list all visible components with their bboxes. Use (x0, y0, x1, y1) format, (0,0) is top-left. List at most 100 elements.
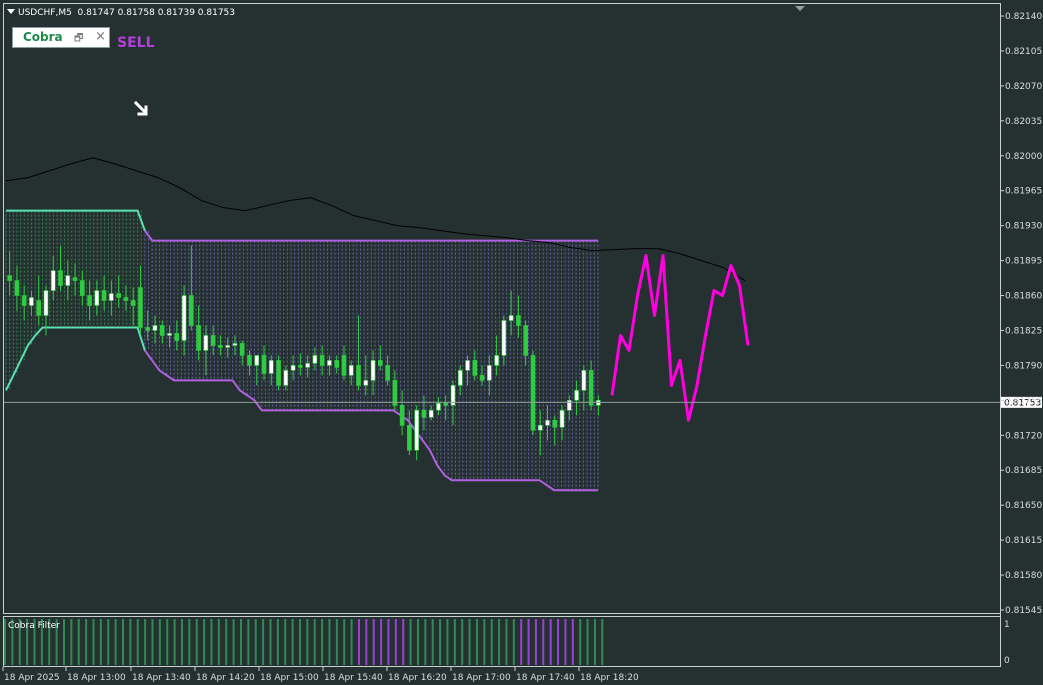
bear-candle (341, 355, 347, 376)
bear-candle (123, 297, 129, 301)
bull-candle (232, 343, 238, 346)
bull-candle (29, 297, 34, 306)
bull-candle (370, 360, 376, 381)
scroll-marker-icon[interactable] (795, 6, 805, 11)
bull-candle (305, 363, 310, 368)
bull-candle (428, 410, 434, 418)
bear-candle (145, 327, 151, 331)
x-tick-label: 18 Apr 13:40 (132, 673, 191, 683)
indicator-panel[interactable]: Cobra 🗗 × (12, 27, 110, 48)
y-tick-label: 0.82105 (1005, 47, 1042, 57)
bull-candle (283, 370, 289, 386)
y-tick-label: 0.81685 (1005, 466, 1042, 476)
bear-candle (443, 403, 449, 406)
bull-candle (109, 293, 114, 301)
lower-band-green (5, 326, 146, 391)
bull-candle (465, 360, 470, 371)
bear-candle (356, 365, 361, 386)
bull-candle (414, 410, 419, 451)
x-tick-label: 18 Apr 17:00 (452, 673, 511, 683)
chart-header: USDCHF,M5 0.81747 0.81758 0.81739 0.8175… (7, 8, 235, 18)
bull-candle (290, 365, 296, 371)
bull-candle (65, 275, 71, 286)
chart-ohlc: 0.81747 0.81758 0.81739 0.81753 (77, 8, 235, 18)
bull-candle (501, 320, 507, 356)
filter-level-0: 0 (1004, 656, 1010, 666)
upper-band-purple (144, 230, 598, 242)
bear-candle (378, 360, 383, 366)
bull-candle (457, 370, 463, 386)
bear-candle (472, 360, 478, 376)
bull-candle (254, 355, 260, 366)
y-tick-label: 0.81825 (1005, 326, 1042, 336)
y-tick-label: 0.81755 (1005, 396, 1042, 406)
subwindow-label: Cobra Filter (8, 621, 60, 631)
bull-candle (574, 390, 579, 401)
bear-candle (276, 360, 281, 386)
bull-candle (508, 315, 514, 321)
x-tick-label: 18 Apr 2025 (4, 673, 60, 683)
bull-candle (312, 355, 318, 364)
bear-candle (407, 425, 412, 451)
bull-candle (537, 425, 543, 431)
bull-candle (268, 360, 274, 374)
x-tick-label: 18 Apr 18:20 (580, 673, 639, 683)
bear-candle (196, 325, 201, 351)
bull-candle (436, 403, 441, 411)
y-tick-label: 0.81895 (1005, 257, 1042, 267)
bull-candle (559, 410, 565, 428)
y-tick-label: 0.81615 (1005, 536, 1042, 546)
bear-candle (116, 293, 121, 298)
bear-candle (298, 365, 303, 368)
bear-candle (101, 290, 107, 301)
bear-candle (239, 343, 245, 356)
price-chart[interactable]: 0.81753 0.821400.821050.820700.820350.82… (0, 0, 1043, 685)
bear-candle (21, 295, 27, 306)
x-tick-label: 18 Apr 13:00 (67, 673, 126, 683)
bull-candle (181, 295, 187, 341)
bull-candle (152, 325, 158, 331)
bear-candle (588, 370, 594, 406)
restore-icon[interactable]: 🗗 (74, 31, 83, 48)
y-tick-label: 0.81930 (1005, 222, 1042, 232)
bull-candle (581, 370, 587, 391)
bear-candle (385, 365, 390, 381)
bear-candle (523, 325, 528, 356)
chart-menu-icon[interactable] (7, 9, 15, 14)
bear-candle (72, 277, 78, 281)
x-tick-label: 18 Apr 15:40 (324, 673, 383, 683)
bear-candle (552, 420, 558, 428)
x-tick-label: 18 Apr 14:20 (196, 673, 255, 683)
x-tick-label: 18 Apr 16:20 (388, 673, 447, 683)
bull-candle (363, 380, 369, 386)
y-tick-label: 0.81650 (1005, 501, 1042, 511)
forecast-line (610, 254, 750, 422)
bear-candle (319, 355, 325, 366)
bull-candle (494, 355, 499, 366)
chart-symbol: USDCHF,M5 (18, 8, 72, 18)
down-right-arrow-icon (133, 100, 148, 116)
bear-candle (334, 360, 340, 368)
bear-candle (247, 355, 252, 366)
bear-candle (479, 375, 485, 381)
bear-candle (399, 405, 405, 426)
y-tick-label: 0.81860 (1005, 292, 1042, 302)
x-tick-label: 18 Apr 17:40 (516, 673, 575, 683)
x-tick-label: 18 Apr 15:00 (260, 673, 319, 683)
bear-candle (130, 300, 136, 306)
y-tick-label: 0.81720 (1005, 431, 1042, 441)
bull-candle (348, 365, 354, 376)
bull-candle (43, 290, 49, 316)
bear-candle (80, 280, 85, 296)
bull-candle (327, 360, 332, 366)
bear-candle (36, 300, 42, 316)
y-tick-label: 0.82000 (1005, 152, 1042, 162)
close-icon[interactable]: × (95, 29, 106, 44)
bear-candle (421, 410, 427, 418)
main-panel-frame (3, 3, 1001, 614)
bear-candle (392, 380, 398, 406)
y-tick-label: 0.81790 (1005, 361, 1042, 371)
filter-level-1: 1 (1004, 620, 1010, 630)
bull-candle (203, 335, 209, 351)
indicator-name: Cobra (23, 30, 63, 44)
